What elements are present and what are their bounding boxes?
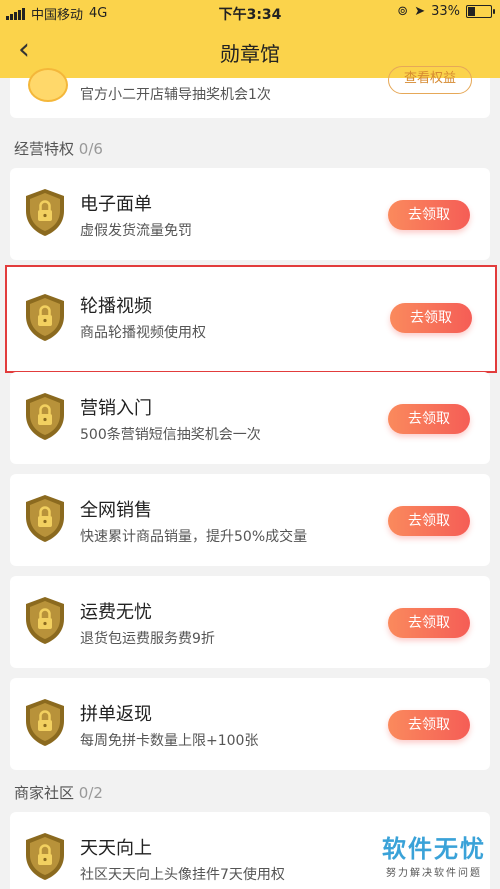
badge-desc: 每周免拼卡数量上限+100张 [80, 733, 259, 749]
view-benefits-button[interactable]: 查看权益 [388, 66, 472, 94]
coin-icon [28, 68, 68, 102]
badge-name: 天天向上 [80, 838, 152, 859]
section-title-community: 商家社区 0/2 [14, 782, 103, 803]
claim-button[interactable]: 去领取 [388, 506, 470, 536]
badge-card[interactable]: 拼单返现 每周免拼卡数量上限+100张 去领取 [10, 678, 490, 770]
badge-desc: 商品轮播视频使用权 [80, 325, 206, 341]
badge-card[interactable]: 营销入门 500条营销短信抽奖机会一次 去领取 [10, 372, 490, 464]
lock-shield-icon [26, 495, 64, 542]
partial-benefit-card: 官方小二开店辅导抽奖机会1次 查看权益 [10, 66, 490, 118]
lock-shield-icon [26, 699, 64, 746]
badge-name: 拼单返现 [80, 704, 152, 725]
claim-button[interactable]: 去领取 [388, 608, 470, 638]
badge-name: 轮播视频 [80, 296, 152, 317]
lock-shield-icon [26, 833, 64, 880]
badge-desc: 快速累计商品销量，提升50%成交量 [80, 529, 308, 545]
badge-card[interactable]: 电子面单 虚假发货流量免罚 去领取 [10, 168, 490, 260]
badge-name: 营销入门 [80, 398, 152, 419]
watermark-main: 软件无忧 [382, 835, 486, 863]
lock-shield-icon [26, 597, 64, 644]
section-title-business: 经营特权 0/6 [14, 138, 103, 159]
badge-name: 运费无忧 [80, 602, 152, 623]
badge-desc: 社区天天向上头像挂件7天使用权 [80, 867, 285, 883]
claim-button[interactable]: 去领取 [388, 404, 470, 434]
badge-name: 电子面单 [80, 194, 152, 215]
section-name: 经营特权 [14, 140, 75, 158]
watermark-logo: 软件无忧 努力解决软件问题 [382, 829, 486, 879]
rotation-lock-icon: ⊚ [397, 4, 409, 19]
section-count: 0/2 [78, 784, 103, 802]
lock-shield-icon [26, 294, 64, 341]
status-bar: 中国移动 4G 下午3:34 ⊚ ➤ 33% [0, 0, 500, 26]
badge-card[interactable]: 全网销售 快速累计商品销量，提升50%成交量 去领取 [10, 474, 490, 566]
badge-desc: 虚假发货流量免罚 [80, 223, 192, 239]
page-title: 勋章馆 [220, 42, 280, 66]
claim-button[interactable]: 去领取 [390, 303, 472, 333]
lock-shield-icon [26, 189, 64, 236]
badge-card-highlighted[interactable]: 轮播视频 商品轮播视频使用权 去领取 [5, 265, 497, 373]
watermark-sub: 努力解决软件问题 [386, 868, 482, 879]
location-icon: ➤ [414, 4, 426, 19]
badge-card[interactable]: 运费无忧 退货包运费服务费9折 去领取 [10, 576, 490, 668]
lock-shield-icon [26, 393, 64, 440]
section-name: 商家社区 [14, 784, 75, 802]
section-count: 0/6 [78, 140, 103, 158]
battery-label: 33% [431, 4, 460, 19]
claim-button[interactable]: 去领取 [388, 200, 470, 230]
badge-desc: 退货包运费服务费9折 [80, 631, 215, 647]
partial-card-desc: 官方小二开店辅导抽奖机会1次 [80, 87, 271, 103]
badge-desc: 500条营销短信抽奖机会一次 [80, 427, 261, 443]
claim-button[interactable]: 去领取 [388, 710, 470, 740]
screen: 中国移动 4G 下午3:34 ⊚ ➤ 33% ‹ 勋章馆 官方小二开店辅导抽奖机… [0, 0, 500, 889]
badge-name: 全网销售 [80, 500, 152, 521]
battery-icon [466, 5, 495, 18]
status-right: ⊚ ➤ 33% [397, 4, 495, 19]
